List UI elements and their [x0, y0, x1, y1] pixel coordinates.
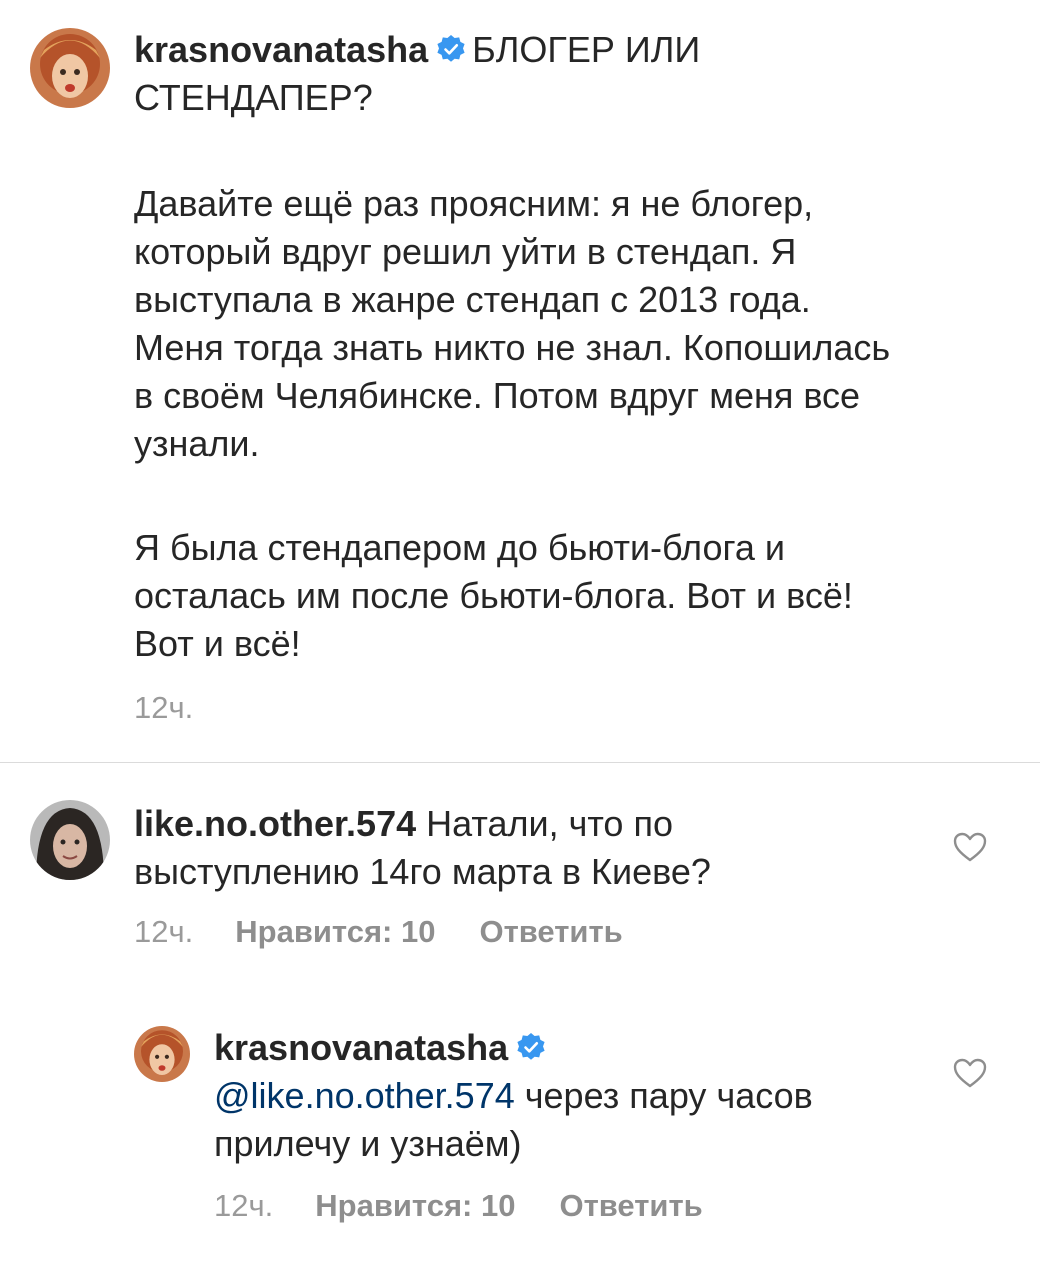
reply-username[interactable]: krasnovanatasha — [214, 1027, 508, 1068]
reply-reply-button[interactable]: Ответить — [559, 1188, 702, 1224]
reply-text-line2: прилечу и узнаём) — [214, 1123, 522, 1164]
caption-text-line: узнали. — [134, 423, 260, 464]
caption-meta: 12ч. — [134, 690, 235, 726]
reply-likes-button[interactable]: Нравится: 10 — [315, 1188, 515, 1224]
comment-username[interactable]: like.no.other.574 — [134, 803, 416, 844]
comment-body: like.no.other.574 Натали, что по выступл… — [134, 800, 934, 896]
caption-text-line: Вот и всё! — [134, 623, 301, 664]
caption-text-line: осталась им после бьюти-блога. Вот и всё… — [134, 575, 853, 616]
caption-text-line: Давайте ещё раз проясним: я не блогер, — [134, 183, 814, 224]
caption-text-line: Я была стендапером до бьюти-блога и — [134, 527, 785, 568]
caption-timestamp[interactable]: 12ч. — [134, 690, 193, 726]
comment-author-avatar[interactable] — [30, 800, 110, 880]
caption-username[interactable]: krasnovanatasha — [134, 29, 428, 70]
reply-mention-link[interactable]: @like.no.other.574 — [214, 1075, 515, 1116]
heart-outline-icon[interactable] — [953, 1058, 987, 1088]
caption-text-line: Меня тогда знать никто не знал. Копошила… — [134, 327, 891, 368]
reply-author-avatar[interactable] — [134, 1026, 190, 1082]
comment-meta: 12ч. Нравится: 10 Ответить — [134, 914, 623, 950]
caption-title-line1: БЛОГЕР ИЛИ — [472, 29, 701, 70]
heart-outline-icon[interactable] — [953, 832, 987, 862]
caption-paragraph-2: Я была стендапером до бьюти-блога и оста… — [134, 524, 1024, 668]
reply-timestamp[interactable]: 12ч. — [214, 1188, 273, 1224]
caption-title-line2: СТЕНДАПЕР? — [134, 77, 373, 118]
caption-divider — [0, 762, 1040, 763]
comment-likes-button[interactable]: Нравится: 10 — [235, 914, 435, 950]
caption-paragraph-1: Давайте ещё раз проясним: я не блогер, к… — [134, 180, 1024, 468]
caption-text-line: в своём Челябинске. Потом вдруг меня все — [134, 375, 861, 416]
caption-header: krasnovanatasha БЛОГЕР ИЛИ СТЕНДАПЕР? — [134, 26, 1014, 122]
comment-timestamp[interactable]: 12ч. — [134, 914, 193, 950]
comment-text-line2: выступлению 14го марта в Киеве? — [134, 851, 711, 892]
caption-text-line: выступала в жанре стендап с 2013 года. — [134, 279, 811, 320]
reply-text-line1: через пару часов — [524, 1075, 813, 1116]
reply-meta: 12ч. Нравится: 10 Ответить — [214, 1188, 703, 1224]
reply-body: krasnovanatasha @like.no.other.574 через… — [214, 1024, 934, 1168]
comment-reply-button[interactable]: Ответить — [479, 914, 622, 950]
caption-author-avatar[interactable] — [30, 28, 110, 108]
verified-badge-icon — [436, 34, 466, 64]
comment-text-line1: Натали, что по — [426, 803, 673, 844]
caption-text-line: который вдруг решил уйти в стендап. Я — [134, 231, 797, 272]
verified-badge-icon — [516, 1032, 546, 1062]
